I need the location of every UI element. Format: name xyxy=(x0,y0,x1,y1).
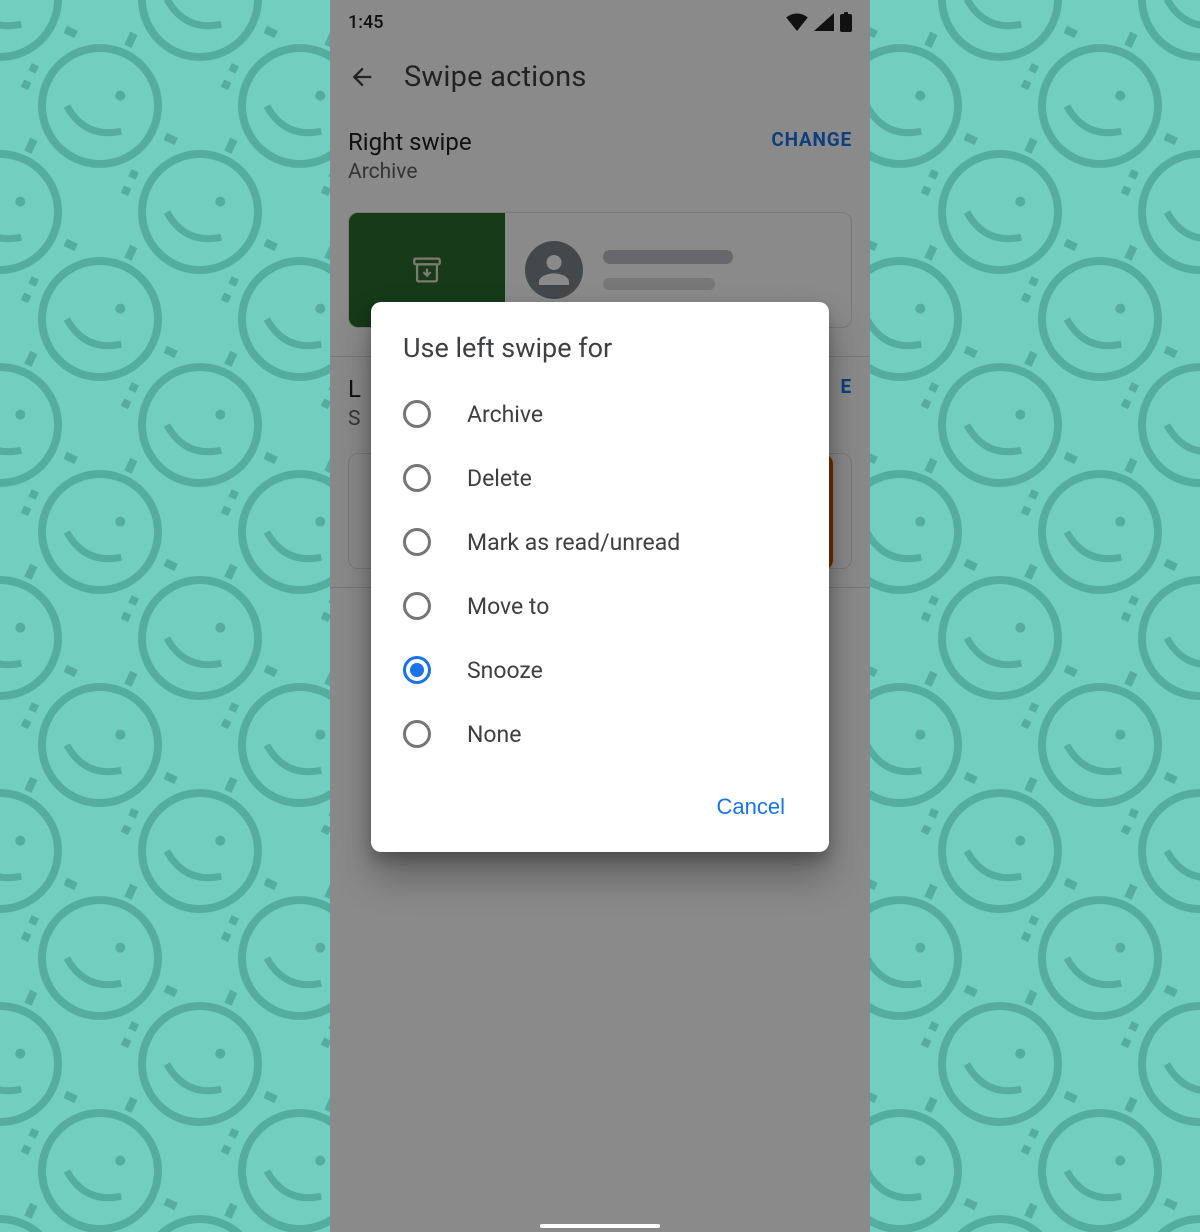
radio-option-move-to[interactable]: Move to xyxy=(403,574,797,638)
radio-option-snooze[interactable]: Snooze xyxy=(403,638,797,702)
phone-frame: 1:45 Swipe actions Right swipe Archive C… xyxy=(330,0,870,1232)
radio-label: None xyxy=(467,721,521,748)
radio-icon-selected xyxy=(403,656,431,684)
radio-icon xyxy=(403,400,431,428)
dialog-actions: Cancel xyxy=(403,784,797,830)
radio-option-archive[interactable]: Archive xyxy=(403,382,797,446)
dialog-radio-list: Archive Delete Mark as read/unread Move … xyxy=(403,382,797,766)
radio-icon xyxy=(403,464,431,492)
dialog-title: Use left swipe for xyxy=(403,332,797,364)
radio-label: Snooze xyxy=(467,657,543,684)
left-swipe-dialog: Use left swipe for Archive Delete Mark a… xyxy=(371,302,829,852)
radio-icon xyxy=(403,592,431,620)
radio-label: Mark as read/unread xyxy=(467,529,680,556)
radio-label: Delete xyxy=(467,465,532,492)
radio-option-mark-read[interactable]: Mark as read/unread xyxy=(403,510,797,574)
home-indicator[interactable] xyxy=(540,1224,660,1228)
radio-icon xyxy=(403,720,431,748)
radio-icon xyxy=(403,528,431,556)
cancel-button[interactable]: Cancel xyxy=(705,784,797,830)
radio-label: Archive xyxy=(467,401,543,428)
radio-option-none[interactable]: None xyxy=(403,702,797,766)
radio-label: Move to xyxy=(467,593,549,620)
radio-option-delete[interactable]: Delete xyxy=(403,446,797,510)
